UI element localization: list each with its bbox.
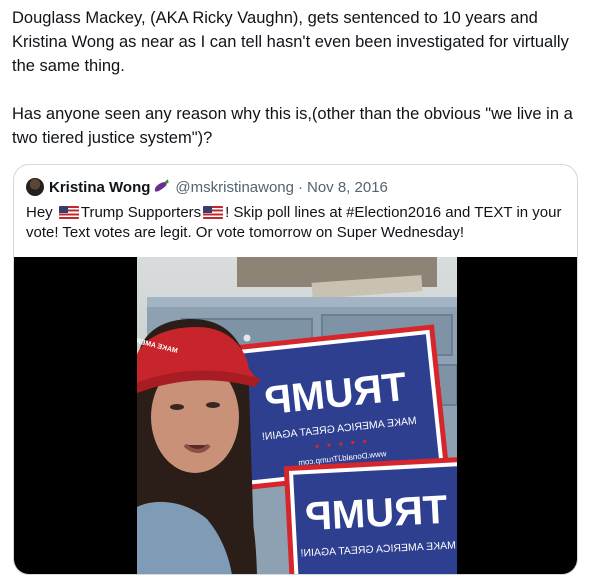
video-frame: TRUMP MAKE AMERICA GREAT AGAIN! www.Dona… [137, 257, 457, 574]
sign-2-title: TRUMP [304, 488, 448, 539]
campaign-sign-2: TRUMP MAKE AMERICA GREAT AGAIN! [283, 456, 457, 574]
quoted-tweet-text: Hey Trump Supporters! Skip poll lines at… [26, 203, 571, 243]
post-body: Douglass Mackey, (AKA Ricky Vaughn), get… [12, 6, 582, 150]
us-flag-icon [58, 206, 79, 219]
tweet-date[interactable]: Nov 8, 2016 [307, 179, 388, 196]
author-name[interactable]: Kristina Wong [49, 179, 150, 196]
eggplant-icon [153, 178, 170, 196]
video-player[interactable]: TRUMP MAKE AMERICA GREAT AGAIN! www.Dona… [14, 257, 577, 574]
separator-dot: · [297, 178, 303, 196]
quoted-text-part: Hey [26, 204, 57, 221]
quoted-text-part: Trump Supporters [80, 204, 202, 221]
author-handle[interactable]: @mskristinawong [175, 179, 294, 196]
quoted-tweet-card[interactable]: Kristina Wong @mskristinawong · Nov 8, 2… [13, 164, 578, 575]
post-paragraph: Douglass Mackey, (AKA Ricky Vaughn), get… [12, 9, 569, 75]
us-flag-icon [203, 206, 224, 219]
quoted-tweet-header: Kristina Wong @mskristinawong · Nov 8, 2… [26, 176, 388, 198]
avatar[interactable] [26, 178, 44, 196]
post-paragraph: Has anyone seen any reason why this is,(… [12, 105, 573, 147]
video-scene: TRUMP MAKE AMERICA GREAT AGAIN! www.Dona… [137, 257, 457, 574]
